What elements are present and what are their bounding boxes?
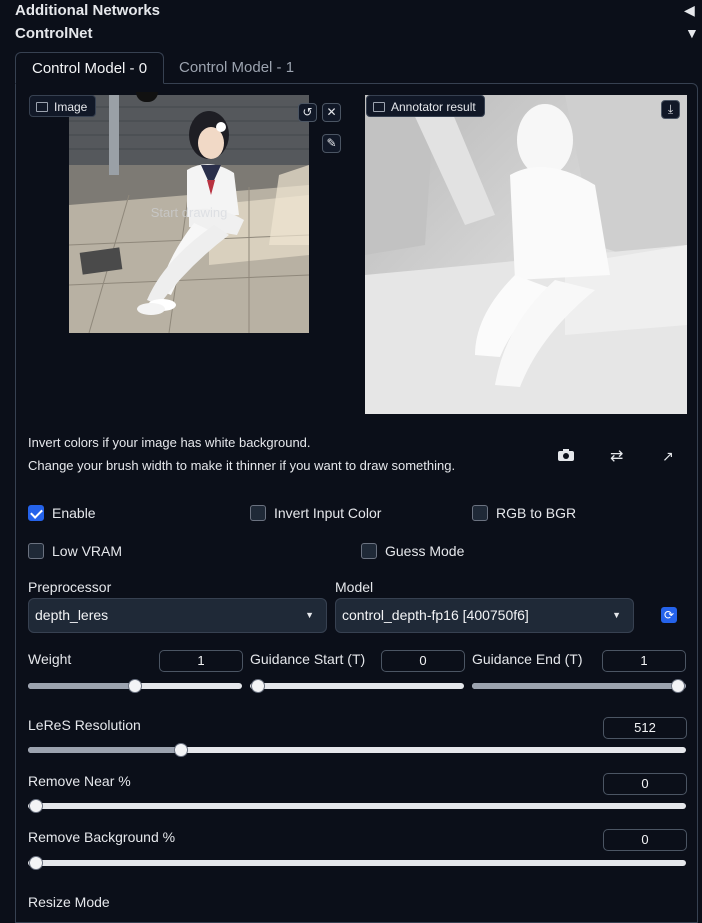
enable-checkbox[interactable] bbox=[28, 505, 44, 521]
rgb-to-bgr-label: RGB to BGR bbox=[496, 505, 577, 521]
camera-icon[interactable] bbox=[557, 448, 575, 462]
weight-label: Weight bbox=[28, 651, 72, 667]
chevron-down-icon: ▼ bbox=[612, 610, 621, 620]
image-canvas[interactable]: Start drawing bbox=[69, 95, 309, 333]
preprocessor-value: depth_leres bbox=[35, 607, 109, 623]
guidance-end-label: Guidance End (T) bbox=[472, 651, 583, 667]
remove-background-slider[interactable] bbox=[28, 856, 686, 870]
leres-resolution-slider-thumb[interactable] bbox=[174, 743, 188, 757]
guidance-start-slider-thumb[interactable] bbox=[251, 679, 265, 693]
depth-map-illustration bbox=[365, 95, 687, 414]
weight-input[interactable]: 1 bbox=[159, 650, 243, 672]
remove-near-input[interactable]: 0 bbox=[603, 773, 687, 795]
guidance-start-label: Guidance Start (T) bbox=[250, 651, 366, 667]
chevron-down-icon: ▼ bbox=[305, 610, 314, 620]
guidance-end-input[interactable]: 1 bbox=[602, 650, 686, 672]
annotator-result-label: Annotator result bbox=[366, 95, 485, 117]
remove-near-slider[interactable] bbox=[28, 799, 686, 813]
leres-resolution-slider[interactable] bbox=[28, 743, 686, 757]
remove-background-slider-thumb[interactable] bbox=[29, 856, 43, 870]
undo-icon[interactable]: ↺ bbox=[298, 103, 317, 122]
controlnet-title[interactable]: ControlNet bbox=[15, 25, 93, 42]
leres-resolution-input[interactable]: 512 bbox=[603, 717, 687, 739]
model-dropdown[interactable]: control_depth-fp16 [400750f6] ▼ bbox=[335, 598, 634, 633]
download-icon[interactable]: ⤓ bbox=[661, 100, 680, 119]
invert-input-color-label: Invert Input Color bbox=[274, 505, 382, 521]
annotator-result-label-text: Annotator result bbox=[391, 100, 476, 114]
model-value: control_depth-fp16 [400750f6] bbox=[342, 607, 529, 623]
canvas-overlay-text: Start drawing bbox=[150, 205, 228, 220]
guidance-start-slider[interactable] bbox=[250, 679, 464, 693]
weight-slider[interactable] bbox=[28, 679, 242, 693]
remove-background-label: Remove Background % bbox=[28, 829, 176, 845]
swap-icon[interactable]: ⇄ bbox=[610, 449, 628, 466]
weight-slider-fill bbox=[28, 683, 135, 689]
image-label: Image bbox=[29, 95, 97, 117]
resize-mode-label: Resize Mode bbox=[28, 894, 110, 910]
brush-icon[interactable]: ✎ bbox=[322, 134, 341, 153]
remove-background-input[interactable]: 0 bbox=[603, 829, 687, 851]
send-icon[interactable]: ↗ bbox=[662, 449, 678, 463]
rgb-to-bgr-checkbox[interactable] bbox=[472, 505, 488, 521]
preprocessor-label: Preprocessor bbox=[28, 579, 112, 595]
refresh-icon[interactable]: ⟳ bbox=[661, 607, 677, 623]
expand-down-icon[interactable]: ▼ bbox=[685, 25, 699, 41]
weight-slider-thumb[interactable] bbox=[128, 679, 142, 693]
additional-networks-title[interactable]: Additional Networks bbox=[15, 2, 160, 19]
collapse-left-icon[interactable]: ◀ bbox=[684, 2, 695, 19]
remove-near-label: Remove Near % bbox=[28, 773, 131, 789]
model-label: Model bbox=[335, 579, 374, 595]
remove-near-slider-thumb[interactable] bbox=[29, 799, 43, 813]
leres-resolution-label: LeReS Resolution bbox=[28, 717, 141, 733]
help-line-2: Change your brush width to make it thinn… bbox=[28, 458, 456, 473]
low-vram-label: Low VRAM bbox=[52, 543, 123, 559]
guess-mode-label: Guess Mode bbox=[385, 543, 465, 559]
image-label-text: Image bbox=[54, 100, 88, 114]
guidance-start-input[interactable]: 0 bbox=[381, 650, 465, 672]
tab-control-model-0[interactable]: Control Model - 0 bbox=[15, 52, 165, 84]
invert-input-color-checkbox[interactable] bbox=[250, 505, 266, 521]
leres-resolution-slider-fill bbox=[28, 747, 180, 753]
close-icon[interactable]: ✕ bbox=[322, 103, 341, 122]
low-vram-checkbox[interactable] bbox=[28, 543, 44, 559]
image-icon bbox=[36, 101, 48, 112]
guidance-end-slider[interactable] bbox=[472, 679, 686, 693]
guess-mode-checkbox[interactable] bbox=[361, 543, 377, 559]
annotator-result-image bbox=[365, 95, 687, 414]
preprocessor-dropdown[interactable]: depth_leres ▼ bbox=[28, 598, 327, 633]
image-icon bbox=[373, 101, 385, 112]
guidance-end-slider-thumb[interactable] bbox=[671, 679, 685, 693]
tab-control-model-1[interactable]: Control Model - 1 bbox=[163, 52, 310, 84]
enable-label: Enable bbox=[52, 505, 96, 521]
help-line-1: Invert colors if your image has white ba… bbox=[28, 435, 311, 450]
guidance-end-slider-fill bbox=[472, 683, 686, 689]
